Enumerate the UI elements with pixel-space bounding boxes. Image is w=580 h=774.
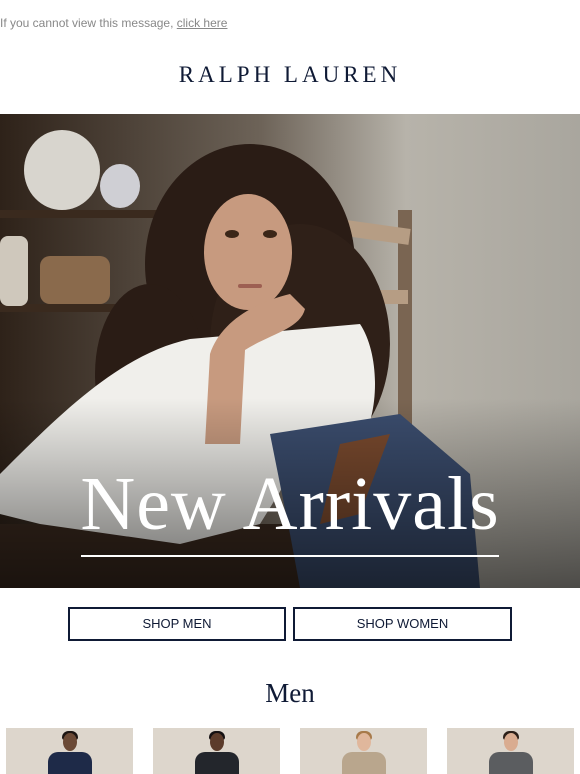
view-in-browser-link[interactable]: click here [177, 16, 228, 30]
product-photo-clothing [488, 752, 533, 774]
product-photo-clothing [47, 752, 92, 774]
brand-logo[interactable]: RALPH LAUREN [0, 62, 580, 88]
product-photo-clothing [341, 752, 386, 774]
product-tile-2[interactable] [153, 728, 280, 774]
product-tile-4[interactable] [447, 728, 574, 774]
product-photo-face [503, 733, 518, 751]
product-photo-face [62, 733, 77, 751]
hero-divider [81, 555, 499, 557]
hero-banner[interactable]: New Arrivals [0, 114, 580, 588]
hero-title: New Arrivals [80, 462, 500, 546]
shop-women-button[interactable]: SHOP WOMEN [293, 607, 512, 641]
product-tile-1[interactable] [6, 728, 133, 774]
product-photo-face [209, 733, 224, 751]
product-tile-3[interactable] [300, 728, 427, 774]
preheader-text: If you cannot view this message, [0, 16, 177, 30]
preheader: If you cannot view this message, click h… [0, 16, 227, 30]
product-photo-clothing [194, 752, 239, 774]
men-section-title: Men [265, 678, 315, 708]
shop-men-button[interactable]: SHOP MEN [68, 607, 286, 641]
product-photo-face [356, 733, 371, 751]
